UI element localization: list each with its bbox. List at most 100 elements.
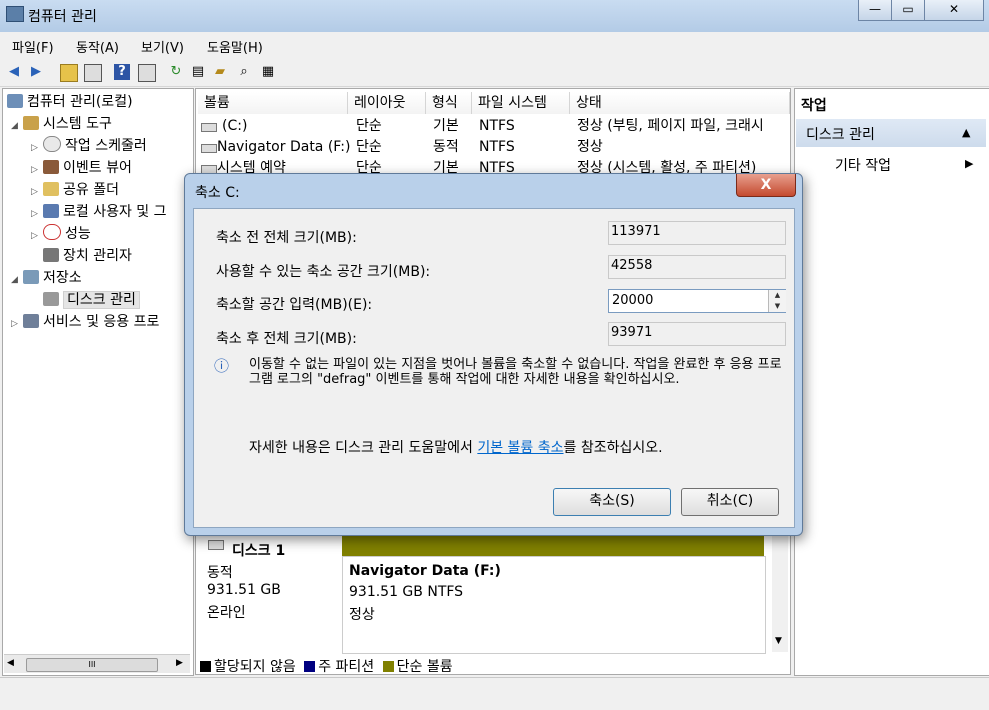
minimize-button[interactable]: — [858, 0, 892, 21]
help-suffix: 를 참조하십시오. [563, 440, 663, 456]
disk-state: 온라인 [207, 605, 246, 621]
spin-down-icon[interactable]: ▼ [769, 301, 786, 312]
menu-action[interactable]: 동작(A) [76, 37, 119, 56]
legend-swatch-primary [304, 661, 316, 672]
tree-horizontal-scrollbar[interactable]: ◀ III ▶ [4, 654, 190, 673]
submenu-arrow-icon[interactable]: ▶ [965, 157, 973, 170]
clock-icon [43, 136, 61, 152]
shrink-amount-stepper[interactable]: ▲ ▼ [768, 290, 786, 312]
expander-icon[interactable]: ▷ [31, 181, 43, 203]
event-viewer-icon [43, 160, 59, 174]
properties-icon[interactable]: ▤ [190, 64, 206, 80]
expander-icon[interactable]: ▷ [11, 313, 23, 335]
tree-item-performance[interactable]: ▷ 성능 [31, 223, 91, 245]
storage-icon [23, 270, 39, 284]
diskmap-vertical-scrollbar[interactable]: ▼ [772, 536, 788, 652]
partition-block[interactable]: Navigator Data (F:) 931.51 GB NTFS 정상 [342, 556, 766, 654]
actions-section-disk-management[interactable]: 디스크 관리 ▲ [796, 119, 986, 147]
disk-type: 동적 [207, 565, 233, 581]
available-space-value: 42558 [608, 255, 786, 279]
device-manager-icon [43, 248, 59, 262]
forward-icon[interactable]: ▶ [28, 64, 44, 80]
disk-icon [208, 540, 224, 550]
shrink-button[interactable]: 축소(S) [553, 488, 671, 516]
table-row[interactable]: (C:) 단순 기본 NTFS 정상 (부팅, 페이지 파일, 크래시 [196, 116, 790, 137]
shrink-amount-input[interactable]: 20000 [608, 289, 786, 313]
back-icon[interactable]: ◀ [6, 64, 22, 80]
expander-icon[interactable]: ◢ [11, 269, 23, 291]
dialog-title: 축소 C: [195, 185, 240, 201]
tree-item-local-users[interactable]: ▷ 로컬 사용자 및 그 [31, 201, 167, 223]
toolbar: ◀ ▶ ? ↻ ▤ ▰ ⌕ ▦ [0, 58, 989, 87]
column-header-volume[interactable]: 볼륨 [198, 92, 348, 114]
actions-section-label: 디스크 관리 [806, 127, 875, 143]
settings-icon[interactable]: ▦ [260, 64, 276, 80]
search-icon[interactable]: ⌕ [236, 64, 252, 80]
tree-item-task-scheduler[interactable]: ▷ 작업 스케줄러 [31, 135, 147, 157]
menu-bar: 파일(F) 동작(A) 보기(V) 도움말(H) [0, 33, 989, 57]
show-hide-tree-icon[interactable] [84, 64, 102, 82]
help-icon[interactable]: ? [114, 64, 130, 80]
tree-item-device-manager[interactable]: 장치 관리자 [31, 245, 132, 267]
partition-status: 정상 [349, 607, 375, 623]
show-hide-action-pane-icon[interactable] [138, 64, 156, 82]
column-header-layout[interactable]: 레이아웃 [348, 92, 426, 114]
users-icon [43, 204, 59, 218]
cancel-button[interactable]: 취소(C) [681, 488, 779, 516]
up-folder-icon[interactable] [60, 64, 78, 82]
expander-icon[interactable]: ▷ [31, 225, 43, 247]
legend-label: 할당되지 않음 [214, 659, 296, 675]
disk-icon [43, 292, 59, 306]
actions-header: 작업 [801, 98, 827, 114]
drive-icon [201, 144, 217, 153]
info-text: 이동할 수 없는 파일이 있는 지점을 벗어나 볼륨을 축소할 수 없습니다. … [249, 357, 782, 387]
help-link[interactable]: 기본 볼륨 축소 [477, 440, 563, 456]
scroll-left-icon[interactable]: ◀ [7, 658, 14, 668]
refresh-icon[interactable]: ↻ [168, 64, 184, 80]
expander-icon[interactable]: ▷ [31, 203, 43, 225]
scroll-down-icon[interactable]: ▼ [775, 636, 782, 646]
collapse-icon[interactable]: ▲ [962, 126, 970, 139]
tree-item-shared-folders[interactable]: ▷ 공유 폴더 [31, 179, 119, 201]
shrink-dialog: 축소 C: X 축소 전 전체 크기(MB): 113971 사용할 수 있는 … [184, 173, 803, 536]
table-row[interactable]: Navigator Data (F:) 단순 동적 NTFS 정상 [196, 137, 790, 158]
dialog-close-button[interactable]: X [736, 174, 796, 197]
help-text: 자세한 내용은 디스크 관리 도움말에서 기본 볼륨 축소를 참조하십시오. [249, 437, 663, 457]
tools-icon [23, 116, 39, 130]
legend-swatch-simple [382, 661, 394, 672]
menu-file[interactable]: 파일(F) [12, 37, 54, 56]
legend-label: 주 파티션 [318, 659, 375, 675]
column-header-filesystem[interactable]: 파일 시스템 [472, 92, 570, 114]
shrink-amount-label: 축소할 공간 입력(MB)(E): [216, 297, 373, 313]
total-before-value: 113971 [608, 221, 786, 245]
tree-item-system-tools[interactable]: ◢ 시스템 도구 [11, 113, 112, 135]
close-window-button[interactable]: ✕ [924, 0, 984, 21]
tree-item-event-viewer[interactable]: ▷ 이벤트 뷰어 [31, 157, 132, 179]
spin-up-icon[interactable]: ▲ [769, 290, 786, 301]
scroll-right-icon[interactable]: ▶ [176, 658, 183, 668]
total-after-value: 93971 [608, 322, 786, 346]
total-before-label: 축소 전 전체 크기(MB): [216, 230, 357, 246]
open-folder-icon[interactable]: ▰ [212, 64, 228, 80]
tree-root[interactable]: 컴퓨터 관리(로컬) [7, 91, 133, 113]
total-after-label: 축소 후 전체 크기(MB): [216, 331, 357, 347]
available-space-label: 사용할 수 있는 축소 공간 크기(MB): [216, 264, 431, 280]
tree-item-services-apps[interactable]: ▷ 서비스 및 응용 프로 [11, 311, 159, 333]
menu-view[interactable]: 보기(V) [141, 37, 184, 56]
services-icon [23, 314, 39, 328]
computer-icon [7, 94, 23, 108]
tree-item-storage[interactable]: ◢ 저장소 [11, 267, 82, 289]
more-actions[interactable]: 기타 작업 [835, 155, 891, 175]
status-bar [0, 677, 989, 710]
partition-size: 931.51 GB NTFS [349, 584, 464, 600]
maximize-button[interactable]: ▭ [891, 0, 925, 21]
expander-icon[interactable]: ◢ [11, 115, 23, 137]
menu-help[interactable]: 도움말(H) [207, 37, 263, 56]
expander-icon[interactable]: ▷ [31, 159, 43, 181]
scroll-thumb[interactable]: III [26, 658, 158, 672]
tree-item-disk-management[interactable]: 디스크 관리 [31, 289, 140, 311]
column-header-status[interactable]: 상태 [570, 92, 790, 114]
expander-icon[interactable]: ▷ [31, 137, 43, 159]
disk-label: 디스크 1 [232, 543, 286, 559]
column-header-type[interactable]: 형식 [426, 92, 472, 114]
